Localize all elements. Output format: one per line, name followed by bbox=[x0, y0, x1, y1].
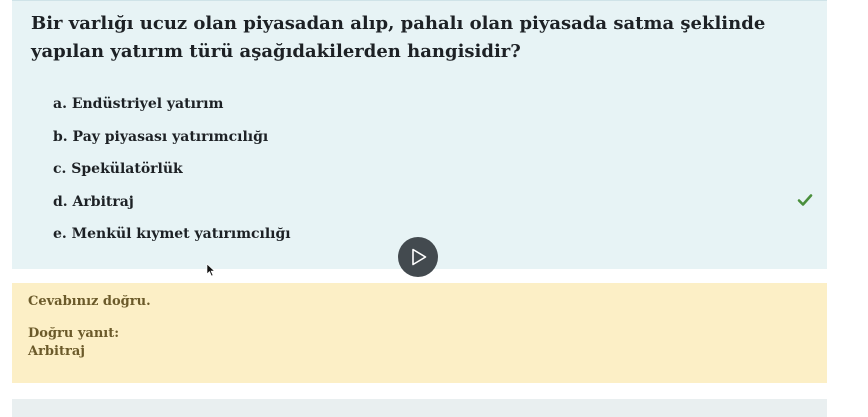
answer-option-b[interactable]: b. Pay piyasası yatırımcılığı bbox=[53, 126, 813, 159]
answer-list: a. Endüstriyel yatırım b. Pay piyasası y… bbox=[53, 93, 813, 256]
mouse-cursor-icon bbox=[206, 262, 216, 281]
right-answer-value: Arbitraj bbox=[28, 344, 85, 359]
next-section bbox=[12, 399, 827, 417]
feedback-box: Cevabınız doğru. Doğru yanıt: Arbitraj bbox=[12, 283, 827, 383]
answer-label: b. Pay piyasası yatırımcılığı bbox=[53, 128, 269, 145]
answer-label: e. Menkül kıymet yatırımcılığı bbox=[53, 226, 291, 242]
answer-option-a[interactable]: a. Endüstriyel yatırım bbox=[53, 93, 813, 126]
question-text: Bir varlığı ucuz olan piyasadan alıp, pa… bbox=[31, 13, 766, 62]
answer-label: a. Endüstriyel yatırım bbox=[53, 96, 224, 112]
answer-label: c. Spekülatörlük bbox=[53, 161, 183, 177]
play-icon bbox=[412, 248, 427, 266]
right-answer-label: Doğru yanıt: bbox=[28, 326, 120, 341]
answer-option-d[interactable]: d. Arbitraj bbox=[53, 191, 813, 224]
feedback-status: Cevabınız doğru. bbox=[28, 294, 151, 309]
play-button[interactable] bbox=[398, 237, 438, 277]
question-box: Bir varlığı ucuz olan piyasadan alıp, pa… bbox=[12, 0, 827, 269]
answer-label: d. Arbitraj bbox=[53, 193, 134, 210]
check-icon bbox=[797, 192, 813, 208]
answer-option-c[interactable]: c. Spekülatörlük bbox=[53, 158, 813, 191]
